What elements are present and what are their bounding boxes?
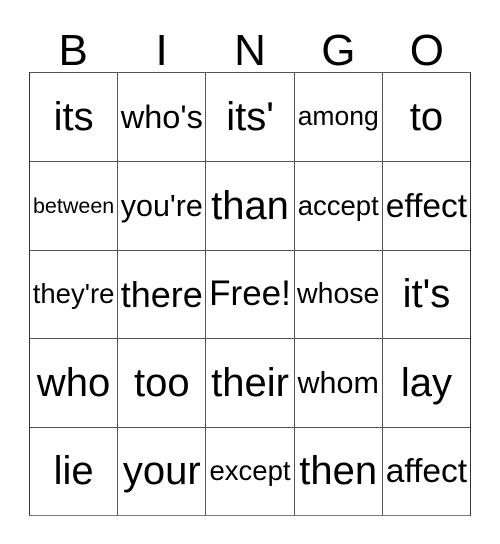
bingo-cell-label: accept: [297, 189, 379, 221]
bingo-cell[interactable]: than: [205, 161, 294, 250]
bingo-row: between you're than accept effect: [30, 161, 471, 250]
bingo-cell-label: their: [211, 360, 289, 405]
bingo-cell[interactable]: to: [381, 73, 471, 162]
bingo-cell-label: there: [120, 273, 203, 315]
header-letter-i: I: [155, 26, 168, 76]
bingo-cell[interactable]: lay: [381, 338, 471, 427]
header-cell-b: B: [29, 12, 117, 76]
bingo-cell[interactable]: who's: [117, 73, 206, 162]
bingo-cell-label: whose: [297, 277, 380, 310]
bingo-cell-label: whom: [297, 365, 379, 400]
bingo-cell-label: then: [299, 449, 378, 494]
bingo-cell-label: than: [211, 184, 289, 229]
header-cell-n: N: [206, 12, 294, 76]
bingo-cell-label: who's: [120, 99, 203, 136]
bingo-cell[interactable]: their: [205, 338, 294, 427]
bingo-cell[interactable]: among: [293, 73, 382, 162]
header-letter-g: G: [321, 26, 356, 76]
bingo-free-space-cell[interactable]: Free!: [205, 249, 294, 339]
bingo-cell-label: it's: [402, 272, 451, 317]
header-cell-o: O: [383, 12, 471, 76]
bingo-cell-label: they're: [32, 278, 115, 310]
bingo-free-space-label: Free!: [209, 274, 291, 314]
bingo-grid: its who's its' among to between you're t…: [29, 72, 471, 516]
bingo-cell[interactable]: your: [117, 426, 206, 515]
bingo-cell[interactable]: too: [117, 338, 206, 427]
bingo-cell[interactable]: whose: [293, 249, 382, 339]
bingo-row: they're there Free! whose it's: [30, 249, 471, 339]
bingo-cell[interactable]: then: [293, 426, 382, 515]
bingo-cell[interactable]: lie: [30, 426, 118, 515]
bingo-cell-label: affect: [385, 452, 468, 490]
bingo-header-row: B I N G O: [29, 12, 471, 76]
bingo-cell[interactable]: accept: [293, 161, 382, 250]
bingo-cell-label: to: [409, 95, 444, 140]
bingo-cell[interactable]: between: [30, 161, 118, 250]
bingo-row: its who's its' among to: [30, 73, 471, 162]
bingo-card: B I N G O its who's its' among to betwee…: [29, 12, 471, 516]
header-letter-o: O: [409, 26, 444, 76]
header-cell-g: G: [294, 12, 382, 76]
header-letter-b: B: [58, 26, 88, 76]
header-cell-i: I: [117, 12, 205, 76]
bingo-cell[interactable]: who: [30, 338, 118, 427]
bingo-cell-label: among: [297, 101, 379, 132]
bingo-cell-label: lie: [53, 449, 94, 494]
bingo-cell[interactable]: its: [30, 73, 118, 162]
bingo-cell-label: your: [122, 449, 201, 494]
bingo-cell-label: you're: [120, 189, 203, 224]
bingo-cell[interactable]: whom: [293, 338, 382, 427]
bingo-cell[interactable]: it's: [381, 249, 471, 339]
bingo-cell-label: between: [32, 193, 115, 218]
bingo-cell-label: its: [53, 95, 94, 140]
bingo-row: who too their whom lay: [30, 338, 471, 427]
bingo-cell-label: lay: [400, 360, 452, 405]
bingo-cell-label: its': [226, 95, 274, 140]
bingo-row: lie your except then affect: [30, 426, 471, 515]
bingo-cell[interactable]: effect: [381, 161, 471, 250]
bingo-cell[interactable]: except: [205, 426, 294, 515]
bingo-cell[interactable]: affect: [381, 426, 471, 515]
bingo-cell[interactable]: you're: [117, 161, 206, 250]
bingo-cell-label: who: [36, 360, 111, 405]
bingo-cell[interactable]: its': [205, 73, 294, 162]
bingo-cell[interactable]: they're: [30, 249, 118, 339]
bingo-cell-label: except: [209, 454, 291, 486]
header-letter-n: N: [234, 26, 266, 76]
bingo-cell-label: too: [134, 360, 190, 405]
bingo-cell[interactable]: there: [117, 249, 206, 339]
bingo-cell-label: effect: [385, 187, 468, 225]
